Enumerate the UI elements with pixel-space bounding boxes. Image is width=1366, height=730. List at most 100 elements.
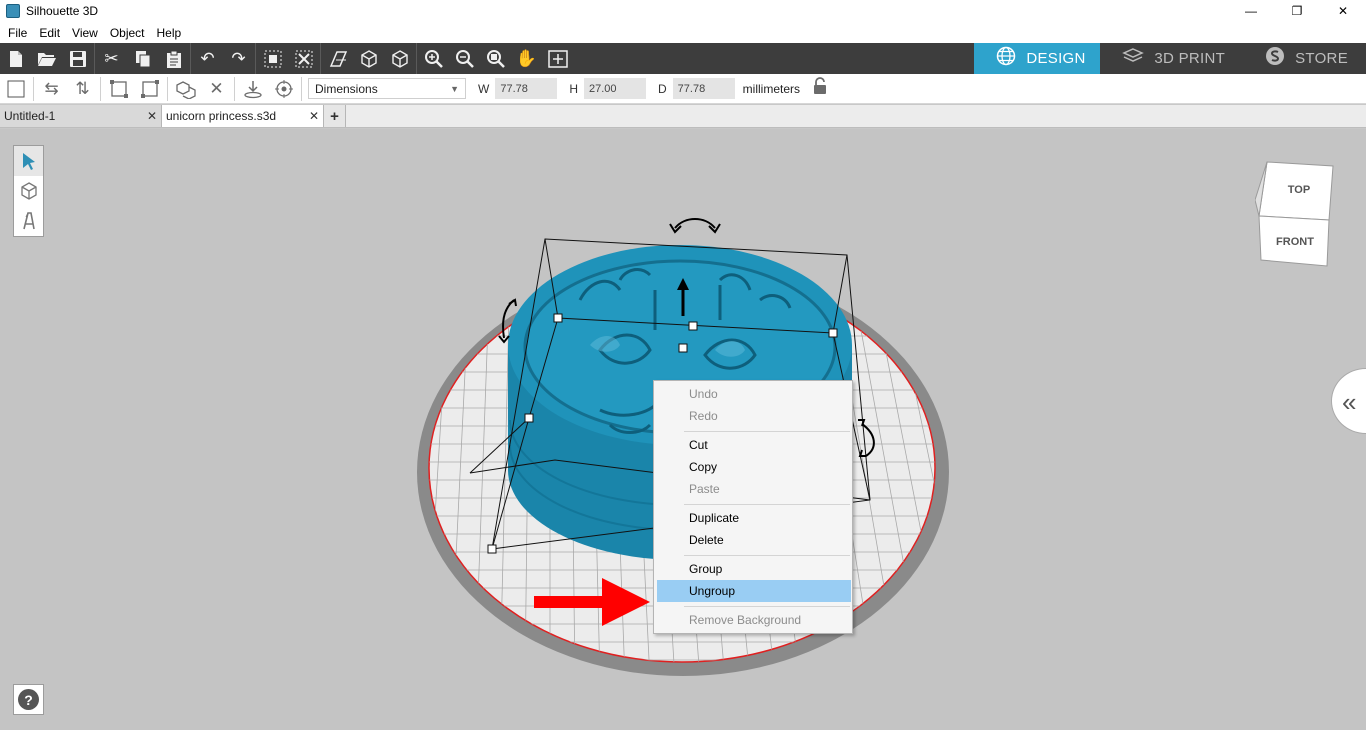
tab-store[interactable]: STORE (1243, 43, 1366, 74)
paste-icon[interactable] (158, 43, 189, 74)
properties-toolbar: ⇆ ⇅ ✕ Dimensions ▼ W 77.78 H 27.00 D 77.… (0, 74, 1366, 104)
save-icon[interactable] (62, 43, 93, 74)
document-tab-label: unicorn princess.s3d (166, 109, 277, 123)
toolbar-divider (190, 43, 191, 74)
context-menu-separator (684, 606, 850, 607)
flip-vertical-icon[interactable]: ⇅ (67, 74, 98, 103)
toolbar-divider (100, 76, 101, 101)
close-tab-icon[interactable]: ✕ (309, 109, 319, 123)
pan-hand-icon[interactable]: ✋ (511, 43, 542, 74)
context-menu-undo[interactable]: Undo (655, 383, 851, 405)
zoom-out-icon[interactable] (449, 43, 480, 74)
width-label: W (478, 81, 490, 96)
context-menu-group[interactable]: Group (655, 558, 851, 580)
app-window: Silhouette 3D — ❐ ✕ File Edit View Objec… (0, 0, 1366, 730)
align-box-icon[interactable] (134, 74, 165, 103)
menu-edit[interactable]: Edit (33, 26, 66, 40)
shape-cube-tool[interactable] (14, 176, 43, 206)
view-cube[interactable]: TOP FRONT (1255, 160, 1335, 270)
height-field[interactable]: 27.00 (584, 78, 646, 99)
restore-button[interactable]: ❐ (1274, 0, 1320, 22)
dimensions-select-value: Dimensions (315, 81, 378, 96)
context-menu-copy[interactable]: Copy (655, 456, 851, 478)
tool-panel (13, 145, 44, 237)
menu-object[interactable]: Object (104, 26, 151, 40)
title-bar: Silhouette 3D — ❐ ✕ (0, 0, 1366, 22)
menu-view[interactable]: View (66, 26, 104, 40)
toolbar-divider (94, 43, 95, 74)
zoom-in-icon[interactable] (418, 43, 449, 74)
double-chevron-left-icon: « (1342, 387, 1357, 417)
fill-color-icon[interactable] (0, 74, 31, 103)
context-menu: Undo Redo Cut Copy Paste Duplicate Delet… (653, 380, 853, 634)
close-button[interactable]: ✕ (1320, 0, 1366, 22)
open-folder-icon[interactable] (31, 43, 62, 74)
menu-bar: File Edit View Object Help (0, 22, 1366, 43)
tab-design-label: DESIGN (1026, 50, 1086, 67)
bounding-box-icon[interactable] (103, 74, 134, 103)
cut-icon[interactable]: ✂ (96, 43, 127, 74)
menu-help[interactable]: Help (151, 26, 188, 40)
add-tab-button[interactable]: + (324, 105, 346, 127)
help-question-icon: ? (18, 689, 39, 710)
dimensions-select[interactable]: Dimensions ▼ (308, 78, 466, 99)
box-outline-icon[interactable] (384, 43, 415, 74)
help-button[interactable]: ? (13, 684, 44, 715)
delete-x-icon[interactable]: ✕ (201, 74, 232, 103)
tab-design[interactable]: DESIGN (974, 43, 1101, 74)
store-s-icon (1265, 46, 1285, 71)
context-menu-delete[interactable]: Delete (655, 529, 851, 551)
copy-icon[interactable] (127, 43, 158, 74)
depth-field[interactable]: 77.78 (672, 78, 735, 99)
center-target-icon[interactable] (268, 74, 299, 103)
width-field[interactable]: 77.78 (495, 78, 558, 99)
context-menu-separator (684, 431, 850, 432)
context-menu-cut[interactable]: Cut (655, 434, 851, 456)
zoom-selection-icon[interactable] (480, 43, 511, 74)
lock-open-icon[interactable] (812, 77, 828, 100)
duplicate-objects-icon[interactable] (170, 74, 201, 103)
chevron-down-icon: ▼ (450, 83, 459, 94)
document-tab[interactable]: Untitled-1 ✕ (0, 105, 162, 127)
flip-horizontal-icon[interactable]: ⇆ (36, 74, 67, 103)
toolbar-divider (255, 43, 256, 74)
context-menu-separator (684, 504, 850, 505)
window-controls: — ❐ ✕ (1228, 0, 1366, 22)
document-tab-label: Untitled-1 (4, 109, 56, 123)
tab-3d-print[interactable]: 3D PRINT (1100, 43, 1243, 74)
drop-to-floor-icon[interactable] (237, 74, 268, 103)
context-menu-paste[interactable]: Paste (655, 478, 851, 500)
minimize-button[interactable]: — (1228, 0, 1274, 22)
globe-icon (996, 46, 1016, 71)
workspace-modes: DESIGN 3D PRINT STORE (974, 43, 1366, 74)
view-cube-front-label: FRONT (1276, 236, 1314, 248)
new-file-icon[interactable] (0, 43, 31, 74)
group-icon[interactable] (257, 43, 288, 74)
unit-label: millimeters (742, 81, 801, 96)
undo-icon[interactable]: ↶ (192, 43, 223, 74)
main-toolbar: ✂ ↶ ↷ ✋ DESIGN 3D PRINT STORE (0, 43, 1366, 74)
print-layers-icon (1122, 47, 1145, 70)
toolbar-divider (301, 76, 302, 101)
menu-file[interactable]: File (2, 26, 33, 40)
document-tab-active[interactable]: unicorn princess.s3d ✕ (162, 105, 324, 127)
context-menu-redo[interactable]: Redo (655, 405, 851, 427)
depth-label: D (658, 81, 667, 96)
context-menu-ungroup[interactable]: Ungroup (657, 580, 851, 602)
text-tool[interactable] (14, 206, 43, 236)
select-arrow-tool[interactable] (14, 146, 43, 176)
app-logo-icon (6, 4, 20, 18)
perspective-icon[interactable] (322, 43, 353, 74)
fit-to-view-icon[interactable] (542, 43, 573, 74)
toolbar-divider (167, 76, 168, 101)
redo-icon[interactable]: ↷ (223, 43, 254, 74)
ungroup-icon[interactable] (288, 43, 319, 74)
document-tabs: Untitled-1 ✕ unicorn princess.s3d ✕ + (0, 105, 1366, 128)
box-view-icon[interactable] (353, 43, 384, 74)
context-menu-duplicate[interactable]: Duplicate (655, 507, 851, 529)
toolbar-divider (416, 43, 417, 74)
toolbar-divider (33, 76, 34, 101)
context-menu-remove-background[interactable]: Remove Background (655, 609, 851, 631)
red-annotation-arrow-icon (534, 578, 650, 626)
close-tab-icon[interactable]: ✕ (147, 109, 157, 123)
